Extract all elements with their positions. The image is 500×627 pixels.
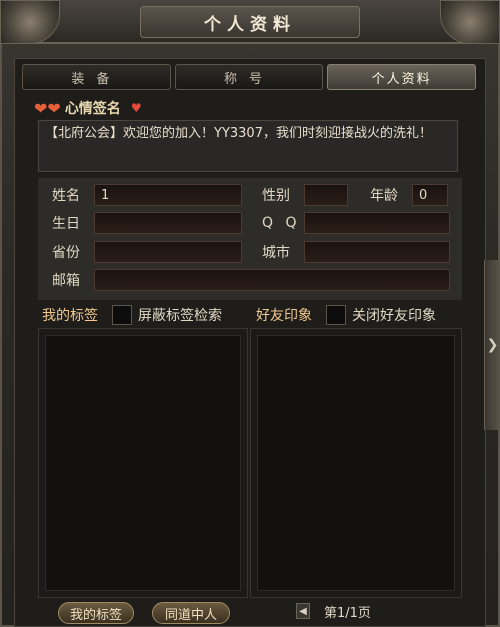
mood-header: ❤❤ 心情签名 ♥ — [34, 97, 142, 119]
window-title: 个人资料 — [140, 6, 360, 38]
page-indicator: 第1/1页 — [324, 605, 371, 621]
birthday-label: 生日 — [52, 216, 80, 232]
friends-header: 好友印象 关闭好友印象 — [256, 304, 436, 326]
friends-title: 好友印象 — [256, 308, 312, 324]
city-field[interactable] — [304, 241, 450, 263]
title-bar: 个人资料 — [0, 0, 500, 44]
tab-profile[interactable]: 个人资料 — [327, 64, 477, 90]
age-field[interactable]: 0 — [412, 184, 448, 206]
friends-panel — [250, 328, 462, 598]
tags-list[interactable] — [45, 335, 241, 591]
tags-header: 我的标签 屏蔽标签检索 — [42, 304, 222, 326]
hearts-icon: ❤❤ — [34, 98, 61, 118]
ornament-left — [0, 0, 60, 44]
pager: ◀ 第1/1页 — [296, 600, 371, 622]
province-field[interactable] — [94, 241, 242, 263]
tab-titles[interactable]: 称号 — [174, 64, 324, 90]
email-field[interactable] — [94, 269, 450, 291]
tags-panel — [38, 328, 248, 598]
age-label: 年龄 — [370, 188, 398, 204]
close-impressions-label: 关闭好友印象 — [352, 308, 436, 324]
tab-equipment[interactable]: 装备 — [22, 64, 171, 90]
city-label: 城市 — [262, 245, 290, 261]
friends-impressions-list[interactable] — [257, 335, 455, 591]
name-field[interactable]: 1 — [94, 184, 242, 206]
like-minded-button[interactable]: 同道中人 — [152, 602, 230, 624]
tab-bar: 装备 称号 个人资料 — [22, 64, 477, 90]
hide-tags-checkbox[interactable] — [112, 305, 132, 325]
tags-title: 我的标签 — [42, 308, 98, 324]
gender-field[interactable] — [304, 184, 348, 206]
gender-label: 性别 — [262, 188, 290, 204]
hide-tags-label: 屏蔽标签检索 — [138, 308, 222, 324]
prev-page-icon[interactable]: ◀ — [296, 603, 310, 619]
mood-signature-text[interactable]: 【北府公会】欢迎您的加入！YY3307，我们时刻迎接战火的洗礼！ — [38, 120, 458, 172]
email-label: 邮箱 — [52, 273, 80, 289]
name-label: 姓名 — [52, 188, 80, 204]
ornament-right — [440, 0, 500, 44]
province-label: 省份 — [52, 245, 80, 261]
close-impressions-checkbox[interactable] — [326, 305, 346, 325]
my-tags-button[interactable]: 我的标签 — [58, 602, 134, 624]
expand-side-arrow-icon[interactable]: ❯ — [484, 260, 500, 430]
birthday-field[interactable] — [94, 212, 242, 234]
mood-label: 心情签名 — [64, 101, 121, 117]
heart-icon: ♥ — [130, 101, 142, 115]
qq-field[interactable] — [304, 212, 450, 234]
qq-label: Q Q — [262, 215, 301, 231]
